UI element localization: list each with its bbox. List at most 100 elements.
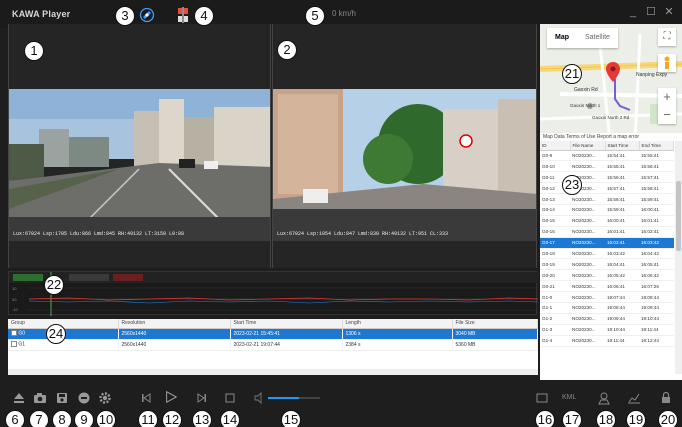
volume-slider-fill — [268, 397, 300, 399]
callout-badge: 13 — [192, 410, 212, 427]
resolution-cell: 2560x1440 — [118, 339, 231, 351]
segment-id-cell: G1-3 — [540, 324, 570, 336]
col-header-end-time[interactable]: End Time — [639, 141, 674, 151]
group-cell: G1 — [18, 341, 26, 348]
col-header-file-name[interactable]: File Name — [570, 141, 606, 151]
segment-row[interactable]: G0-11 NO20230... 15:56:41 15:57:41 — [540, 171, 674, 184]
segment-row[interactable]: G0-14 NO20230... 15:59:41 16:00:41 — [540, 204, 674, 216]
callout-badge: 24 — [46, 324, 66, 344]
file-group-table: Group Resolution Start Time Length File … — [8, 319, 538, 375]
segment-row[interactable]: G0-13 NO20230... 15:58:41 15:59:41 — [540, 193, 674, 205]
segment-row[interactable]: G0-21 NO20230... 16:06:41 16:07:26 — [540, 280, 674, 293]
car-split-icon[interactable] — [174, 6, 192, 24]
rear-camera-view[interactable]: Lux:67024 Lsp:1054 Ldu:847 Lmd:830 RH:49… — [272, 24, 537, 268]
segment-row[interactable]: G1-3 NO20230... 19:10:44 19:11:44 — [540, 324, 674, 336]
segment-start-time-cell: 16:03:42 — [605, 248, 639, 260]
save-icon[interactable] — [55, 391, 69, 405]
zoom-controls: + − — [658, 88, 676, 124]
segment-row[interactable]: G0-12 NO20230... 15:57:41 15:58:41 — [540, 182, 674, 195]
minus-circle-icon[interactable] — [77, 391, 91, 405]
table-row[interactable]: G0 2560x1440 2023-02-21 15:45:41 1306 s … — [8, 328, 538, 340]
callout-badge: 6 — [5, 410, 25, 427]
segment-row[interactable]: G1-4 NO20230... 19:11:44 19:12:44 — [540, 335, 674, 347]
pegman-icon[interactable] — [658, 54, 676, 72]
right-panel: Map Satellite ⛶ + − Nanping Expy Gaoxin … — [540, 24, 682, 380]
segment-file-name-cell: NO20230... — [570, 291, 605, 303]
stop-icon[interactable] — [223, 391, 237, 405]
table-row[interactable]: G1 2560x1440 2023-02-21 19:07:44 2384 s … — [8, 339, 538, 351]
segment-row[interactable]: G0-20 NO20230... 16:05:42 16:06:42 — [540, 269, 674, 282]
scrollbar-thumb[interactable] — [676, 181, 681, 251]
segment-file-name-cell: NO20230... — [570, 335, 605, 347]
col-header-file-size[interactable]: File Size — [452, 319, 538, 329]
kml-icon[interactable]: KML — [562, 394, 576, 401]
fullscreen-icon[interactable] — [535, 391, 549, 405]
segment-id-cell: G1-1 — [540, 302, 570, 314]
map-view[interactable]: Map Satellite ⛶ + − Nanping Expy Gaoxin … — [540, 24, 682, 141]
col-header-start-time[interactable]: Start Time — [605, 141, 640, 151]
segment-file-name-cell: NO20230... — [570, 258, 605, 271]
segment-row[interactable]: G0-16 NO20230... 16:01:41 16:02:41 — [540, 226, 674, 238]
vertical-scrollbar[interactable] — [675, 141, 682, 374]
satellite-icon[interactable] — [138, 6, 156, 24]
segment-row[interactable]: G0-17 NO20230... 16:02:41 16:03:42 — [540, 237, 674, 249]
horizontal-scrollbar[interactable] — [8, 369, 538, 375]
segment-row[interactable]: G1-0 NO20230... 19:07:44 19:08:44 — [540, 291, 674, 303]
callout-badge: 8 — [52, 410, 72, 427]
rear-osd-text: Lux:67024 Lsp:1054 Ldu:847 Lmd:830 RH:49… — [277, 231, 449, 237]
start-time-cell: 2023-02-21 19:07:44 — [230, 339, 343, 351]
segment-start-time-cell: 19:09:44 — [605, 313, 639, 325]
callout-badge: 3 — [115, 6, 135, 26]
map-fullscreen-icon[interactable]: ⛶ — [658, 28, 676, 46]
skip-forward-icon[interactable] — [195, 391, 209, 405]
gear-icon[interactable] — [98, 391, 112, 405]
col-header-resolution[interactable]: Resolution — [118, 319, 231, 329]
segment-id-cell: G0-9 — [540, 150, 570, 162]
camera-icon[interactable] — [33, 391, 47, 405]
segment-row[interactable]: G0-19 NO20230... 16:04:41 16:05:41 — [540, 258, 674, 271]
col-header-length[interactable]: Length — [342, 319, 453, 329]
col-header-start-time[interactable]: Start Time — [230, 319, 343, 329]
volume-icon[interactable] — [253, 391, 267, 405]
segment-id-cell: G0-18 — [540, 248, 570, 260]
lock-icon[interactable] — [659, 391, 673, 405]
segment-id-cell: G0-13 — [540, 193, 570, 205]
segment-file-name-cell: NO20230... — [570, 324, 605, 336]
segment-row[interactable]: G0-9 NO20230... 15:54:41 15:55:41 — [540, 150, 674, 162]
play-icon[interactable] — [164, 390, 180, 406]
callout-badge: 15 — [281, 410, 301, 427]
row-checkbox[interactable] — [11, 330, 17, 337]
col-header-id[interactable]: ID — [540, 141, 571, 151]
front-camera-view[interactable]: Lux:67024 Lsp:1705 Ldu:866 Lmd:845 RH:49… — [8, 24, 271, 268]
callout-badge: 19 — [626, 410, 646, 427]
segment-start-time-cell: 19:10:44 — [605, 324, 639, 336]
front-camera-frame: Lux:67024 Lsp:1705 Ldu:866 Lmd:845 RH:49… — [9, 89, 270, 241]
app-window: KAWA Player 0 km/h _ ☐ ✕ Lux:67024 Lsp:1… — [0, 0, 682, 427]
skip-back-icon[interactable] — [139, 391, 153, 405]
tab-satellite[interactable]: Satellite — [577, 28, 618, 48]
row-checkbox[interactable] — [11, 341, 17, 348]
segment-row[interactable]: G0-18 NO20230... 16:03:42 16:04:42 — [540, 248, 674, 260]
start-time-cell: 2023-02-21 15:45:41 — [230, 328, 343, 340]
zoom-out-button[interactable]: − — [658, 106, 676, 124]
segment-row[interactable]: G0-10 NO20230... 15:55:41 15:56:41 — [540, 160, 674, 173]
eject-icon[interactable] — [12, 391, 26, 405]
segment-row[interactable]: G1-1 NO20230... 19:08:44 19:09:44 — [540, 302, 674, 314]
volume-slider[interactable] — [268, 397, 320, 399]
user-location-icon[interactable] — [597, 391, 611, 405]
group-cell: G0 — [18, 330, 26, 337]
segment-row[interactable]: G0-15 NO20230... 16:00:41 16:01:41 — [540, 215, 674, 227]
chart-icon[interactable] — [627, 391, 641, 405]
tab-map[interactable]: Map — [547, 28, 577, 48]
maximize-icon[interactable]: ☐ — [644, 5, 658, 19]
segment-end-time-cell: 16:05:41 — [639, 258, 674, 271]
zoom-in-button[interactable]: + — [658, 88, 676, 106]
segment-file-name-cell: NO20230... — [570, 269, 605, 282]
segment-end-time-cell: 19:08:44 — [639, 291, 674, 303]
gsensor-timeline[interactable]: 10 00 -10 — [8, 271, 539, 316]
segment-id-cell: G1-4 — [540, 335, 570, 347]
segment-row[interactable]: G1-2 NO20230... 19:09:44 19:10:44 — [540, 313, 674, 325]
close-icon[interactable]: ✕ — [662, 5, 676, 19]
minimize-icon[interactable]: _ — [626, 5, 640, 19]
segment-rows: G0-9 NO20230... 15:54:41 15:55:41 G0-10 NO202… — [540, 150, 674, 347]
